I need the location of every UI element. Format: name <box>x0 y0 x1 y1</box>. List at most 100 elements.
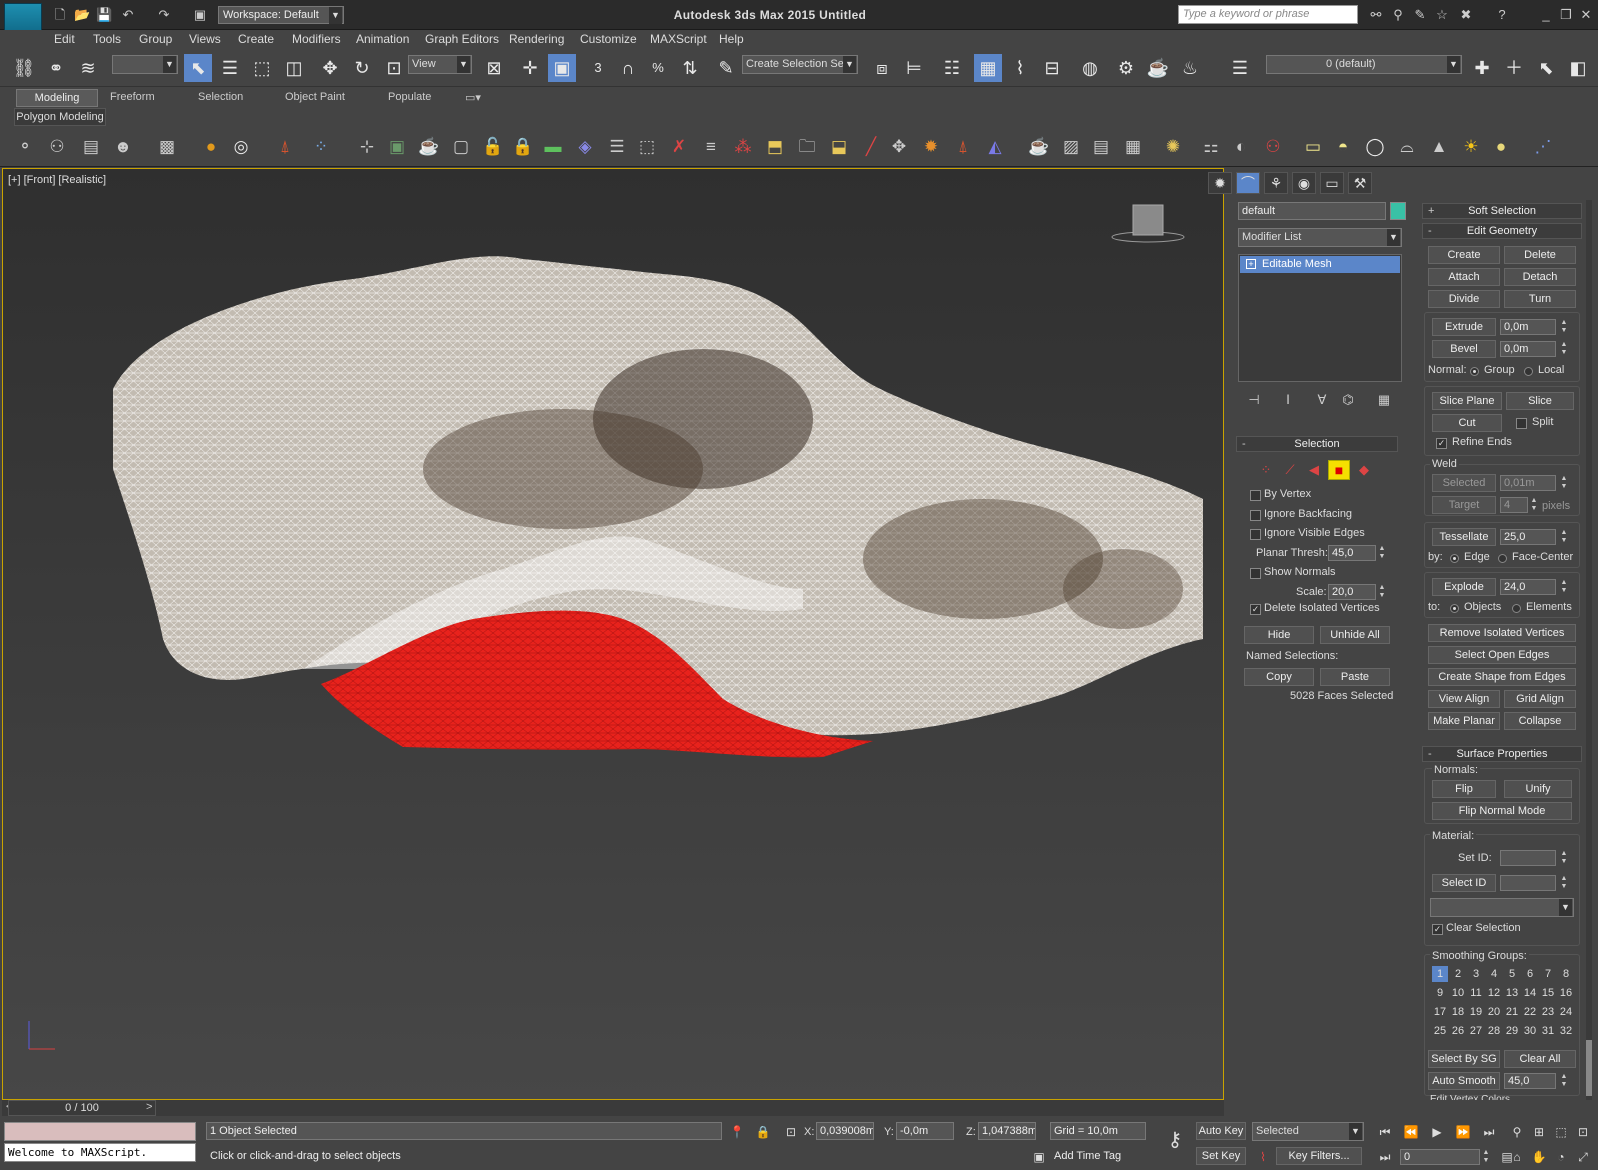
rendered-frame-window-icon[interactable]: ☕ <box>1144 54 1172 82</box>
box-open-icon[interactable]: ⬓ <box>826 134 852 160</box>
select-in-layer-icon[interactable]: ⬉ <box>1532 54 1560 82</box>
explode-arrows[interactable]: ▲ ▼ <box>1560 579 1568 595</box>
unify-button[interactable]: Unify <box>1504 780 1572 798</box>
plane-light-icon[interactable]: ▭ <box>1300 134 1326 160</box>
flip-button[interactable]: Flip <box>1432 780 1496 798</box>
tessellate-spinner[interactable]: 25,0 <box>1500 529 1556 545</box>
render-setup-icon[interactable]: ⚙ <box>1112 54 1140 82</box>
selection-lock-icon[interactable]: 🔒 <box>754 1124 772 1140</box>
smoothing-group-button[interactable]: 3 <box>1468 966 1484 982</box>
cone-icon[interactable]: ▲ <box>1426 134 1452 160</box>
smoothing-group-button[interactable]: 24 <box>1558 1004 1574 1020</box>
weld-target-spinner[interactable]: 4 <box>1500 497 1528 513</box>
smoothing-group-button[interactable]: 12 <box>1486 985 1502 1001</box>
time-slider[interactable]: 0 / 100 <box>8 1100 156 1116</box>
paste-button[interactable]: Paste <box>1320 668 1390 686</box>
minimize-icon[interactable]: _ <box>1538 7 1554 23</box>
create-button[interactable]: Create <box>1428 246 1500 264</box>
select-id-spinner[interactable] <box>1500 875 1556 891</box>
split-checkbox[interactable] <box>1516 418 1527 429</box>
delete-layer-icon[interactable]: ✗ <box>666 134 692 160</box>
container-icon[interactable]: ▤ <box>78 134 104 160</box>
box-icon[interactable]: ▣ <box>384 134 410 160</box>
y-coordinate-field[interactable]: -0,0m <box>896 1122 954 1140</box>
communication-icon[interactable]: ✎ <box>1412 7 1428 23</box>
smoothing-group-button[interactable]: 7 <box>1540 966 1556 982</box>
key-set-dropdown[interactable]: Selected <box>1252 1122 1364 1141</box>
sphere-icon[interactable]: ● <box>198 134 224 160</box>
project-folder-icon[interactable]: ▣ <box>192 7 208 22</box>
explode-button[interactable]: Explode <box>1432 578 1496 596</box>
menu-animation[interactable]: Animation <box>356 32 409 46</box>
selection-region-icon[interactable]: ⬚ <box>248 54 276 82</box>
view-align-button[interactable]: View Align <box>1428 690 1500 708</box>
half-sphere-icon[interactable]: ◐ <box>1228 134 1254 160</box>
film-icon[interactable]: ⚏ <box>1198 134 1224 160</box>
previous-frame-icon[interactable]: ⏪ <box>1402 1124 1420 1140</box>
mirror-icon[interactable]: ⧈ <box>868 54 896 82</box>
maxscript-listener-input[interactable] <box>4 1122 196 1141</box>
smoothing-group-button[interactable]: 9 <box>1432 985 1448 1001</box>
lock-open-icon[interactable]: 🔓 <box>480 134 506 160</box>
bevel-arrows[interactable]: ▲ ▼ <box>1560 341 1568 357</box>
create-tab-icon[interactable]: ✹ <box>1208 172 1232 194</box>
subscription-icon[interactable]: ⚲ <box>1390 7 1406 23</box>
unhide-all-button[interactable]: Unhide All <box>1320 626 1390 644</box>
make-unique-icon[interactable]: ∀ <box>1314 392 1330 408</box>
angle-snap-icon[interactable]: ∩ <box>614 54 642 82</box>
smoothing-group-button[interactable]: 6 <box>1522 966 1538 982</box>
layers-stack-icon[interactable]: ☰ <box>604 134 630 160</box>
extrude-spinner[interactable]: 0,0m <box>1500 319 1556 335</box>
command-panel-scrollbar[interactable] <box>1586 200 1592 1100</box>
workspace-dropdown[interactable]: Workspace: Default <box>218 6 344 24</box>
tessellate-button[interactable]: Tessellate <box>1432 528 1496 546</box>
ignore-backfacing-checkbox[interactable] <box>1250 510 1261 521</box>
weld-selected-button[interactable]: Selected <box>1432 474 1496 492</box>
go-to-start-icon[interactable]: ⏮ <box>1376 1124 1394 1140</box>
by-vertex-checkbox[interactable] <box>1250 490 1261 501</box>
extrude-button[interactable]: Extrude <box>1432 318 1496 336</box>
maxscript-listener-output[interactable]: Welcome to MAXScript. <box>4 1143 196 1162</box>
go-to-end-icon[interactable]: ⏭ <box>1480 1124 1498 1140</box>
smoothing-group-button[interactable]: 14 <box>1522 985 1538 1001</box>
lock-icon[interactable]: 🔒 <box>510 134 536 160</box>
set-id-arrows[interactable]: ▲ ▼ <box>1560 850 1568 866</box>
selection-rollout-header[interactable]: - Selection <box>1236 436 1398 452</box>
make-planar-button[interactable]: Make Planar <box>1428 712 1500 730</box>
smoothing-group-button[interactable]: 18 <box>1450 1004 1466 1020</box>
snaps-toggle-icon[interactable]: 3 <box>584 54 612 82</box>
character-icon[interactable]: ☻ <box>110 134 136 160</box>
smoothing-group-button[interactable]: 28 <box>1486 1023 1502 1039</box>
set-current-layer-icon[interactable]: ◧ <box>1564 54 1592 82</box>
objects-radio[interactable] <box>1450 604 1459 613</box>
material-name-dropdown[interactable] <box>1430 898 1574 917</box>
window-crossing-icon[interactable]: ◫ <box>280 54 308 82</box>
smoothing-group-button[interactable]: 29 <box>1504 1023 1520 1039</box>
face-center-radio[interactable] <box>1498 554 1507 563</box>
remove-isolated-vertices-button[interactable]: Remove Isolated Vertices <box>1428 624 1576 642</box>
unlink-icon[interactable]: ⚭ <box>42 54 70 82</box>
key-tangent-icon[interactable]: ⌇ <box>1254 1149 1272 1165</box>
hide-button[interactable]: Hide <box>1244 626 1314 644</box>
new-file-icon[interactable]: 🗋 <box>52 7 68 22</box>
show-end-result-icon[interactable]: Ⅰ <box>1280 392 1296 408</box>
stack-item-editable-mesh[interactable]: Editable Mesh <box>1240 256 1400 273</box>
exchange-icon[interactable]: ✖ <box>1458 7 1474 23</box>
divide-button[interactable]: Divide <box>1428 290 1500 308</box>
copy-button[interactable]: Copy <box>1244 668 1314 686</box>
layer-dropdown[interactable]: 0 (default) <box>1266 55 1462 74</box>
group-radio[interactable] <box>1470 367 1479 376</box>
teapot-small-icon[interactable]: ☕ <box>416 134 442 160</box>
bind-space-warp-icon[interactable]: ≋ <box>74 54 102 82</box>
display-icon[interactable]: ▬ <box>540 134 566 160</box>
plane-icon[interactable]: ◭ <box>982 134 1008 160</box>
material-editor-icon[interactable]: ◍ <box>1076 54 1104 82</box>
polygon-mode-icon[interactable]: ■ <box>1328 460 1350 480</box>
zoom-all-icon[interactable]: ⊞ <box>1530 1124 1548 1140</box>
delete-isolated-checkbox[interactable]: ✓ <box>1250 604 1261 615</box>
turn-button[interactable]: Turn <box>1504 290 1576 308</box>
render-production-icon[interactable]: ♨ <box>1176 54 1204 82</box>
auto-key-button[interactable]: Auto Key <box>1196 1122 1246 1140</box>
play-icon[interactable]: ▶ <box>1428 1124 1446 1140</box>
edit-geometry-rollout-header[interactable]: - Edit Geometry <box>1422 223 1582 239</box>
